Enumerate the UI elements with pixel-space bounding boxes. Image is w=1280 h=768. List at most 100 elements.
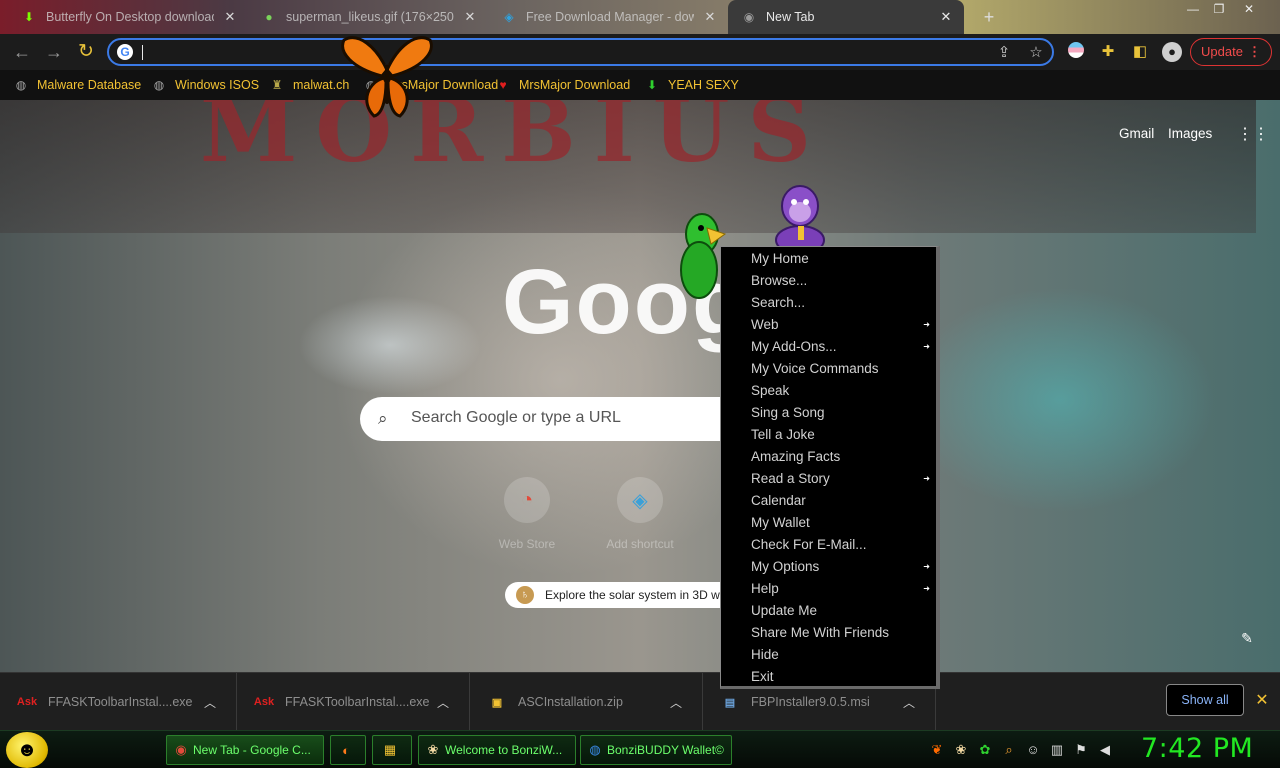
shelf-close-icon[interactable]: ✕ bbox=[1252, 691, 1272, 711]
menu-item-update-me[interactable]: Update Me bbox=[721, 600, 936, 622]
fdm-shortcut-icon: ◈ bbox=[617, 477, 663, 523]
shortcut-label: Web Store bbox=[498, 537, 556, 551]
menu-item-sing-a-song[interactable]: Sing a Song bbox=[721, 402, 936, 424]
menu-item-search[interactable]: Search... bbox=[721, 292, 936, 314]
extensions-puzzle-icon[interactable]: ✚ bbox=[1098, 42, 1118, 62]
account-avatar-icon[interactable]: ● bbox=[1162, 42, 1182, 62]
chevron-up-icon[interactable]: ︿ bbox=[666, 694, 686, 711]
images-link[interactable]: Images bbox=[1168, 126, 1212, 141]
web-store-icon: ◔ bbox=[504, 477, 550, 523]
apps-grid-icon[interactable]: ⋮⋮ bbox=[1237, 126, 1269, 144]
download-filename: ASCInstallation.zip bbox=[518, 695, 623, 709]
menu-item-label: Hide bbox=[751, 647, 779, 662]
menu-item-share-me-with-friends[interactable]: Share Me With Friends bbox=[721, 622, 936, 644]
butterfly-icon[interactable] bbox=[338, 24, 436, 122]
taskbar-bonzi-wallet[interactable]: ◍ BonziBUDDY Wallet© bbox=[580, 735, 732, 765]
chevron-up-icon[interactable]: ︿ bbox=[899, 694, 919, 711]
taskbar-folder[interactable]: ▦ bbox=[372, 735, 412, 765]
text-caret bbox=[142, 45, 143, 60]
side-panel-icon[interactable]: ◧ bbox=[1130, 42, 1150, 62]
menu-item-my-voice-commands[interactable]: My Voice Commands bbox=[721, 358, 936, 380]
reload-icon[interactable]: ↻ bbox=[74, 40, 98, 64]
menu-item-exit[interactable]: Exit bbox=[721, 666, 936, 688]
flag-tray-icon[interactable]: ⚑ bbox=[1072, 741, 1090, 759]
maximize-icon[interactable]: ❐ bbox=[1206, 0, 1232, 20]
tab-butterfly[interactable]: ⬇ Butterfly On Desktop download - ✕ bbox=[8, 0, 248, 34]
taskbar-label: New Tab - Google C... bbox=[193, 743, 311, 757]
menu-item-my-options[interactable]: My Options ➜ bbox=[721, 556, 936, 578]
taskbar-chrome[interactable]: ◉ New Tab - Google C... bbox=[166, 735, 324, 765]
gmail-link[interactable]: Gmail bbox=[1119, 126, 1154, 141]
tab-new-tab[interactable]: ◉ New Tab ✕ bbox=[728, 0, 964, 34]
butterfly-tray-icon[interactable]: ❦ bbox=[928, 741, 946, 759]
back-icon[interactable]: ← bbox=[10, 40, 34, 64]
tab-close-icon[interactable]: ✕ bbox=[702, 9, 718, 25]
search-tray-icon[interactable]: ⌕ bbox=[1000, 741, 1018, 759]
frog-tray-icon[interactable]: ✿ bbox=[976, 741, 994, 759]
bookmark-label: Windows ISOS bbox=[175, 78, 260, 92]
tab-close-icon[interactable]: ✕ bbox=[222, 9, 238, 25]
menu-dots-icon[interactable]: ⋮ bbox=[1248, 39, 1261, 65]
menu-item-web[interactable]: Web ➜ bbox=[721, 314, 936, 336]
menu-item-label: My Options bbox=[751, 559, 820, 574]
chrome-icon: ◉ bbox=[175, 742, 187, 757]
chevron-up-icon[interactable]: ︿ bbox=[433, 694, 453, 711]
menu-item-calendar[interactable]: Calendar bbox=[721, 490, 936, 512]
download-item[interactable]: ▣ ASCInstallation.zip ︿ bbox=[470, 673, 703, 731]
submenu-arrow-icon: ➜ bbox=[923, 342, 930, 351]
menu-item-hide[interactable]: Hide bbox=[721, 644, 936, 666]
bookmark-windows-isos[interactable]: ◍ Windows ISOS bbox=[152, 75, 259, 95]
new-tab-plus-icon[interactable]: + bbox=[978, 6, 1000, 28]
tab-fdm[interactable]: ◈ Free Download Manager - dow ✕ bbox=[488, 0, 728, 34]
menu-item-label: Update Me bbox=[751, 603, 818, 618]
globe-icon: ◍ bbox=[153, 78, 165, 92]
window-close-icon[interactable]: ✕ bbox=[1236, 0, 1262, 20]
download-item[interactable]: Ask FFASKToolbarInstal....exe ︿ bbox=[237, 673, 470, 731]
menu-item-label: Exit bbox=[751, 669, 774, 684]
menu-item-help[interactable]: Help ➜ bbox=[721, 578, 936, 600]
taskbar-bonzi-welcome[interactable]: ❀ Welcome to BonziW... bbox=[418, 735, 576, 765]
bookmark-yeah-sexy[interactable]: ⬇ YEAH SEXY bbox=[645, 75, 739, 95]
download-arrow-icon: ⬇ bbox=[23, 10, 35, 24]
menu-item-my-wallet[interactable]: My Wallet bbox=[721, 512, 936, 534]
menu-item-tell-a-joke[interactable]: Tell a Joke bbox=[721, 424, 936, 446]
bookmark-star-icon[interactable]: ☆ bbox=[1026, 43, 1046, 63]
menu-item-browse[interactable]: Browse... bbox=[721, 270, 936, 292]
volume-icon[interactable]: ◀ bbox=[1096, 741, 1114, 759]
tab-strip: ⬇ Butterfly On Desktop download - ✕ ● su… bbox=[0, 0, 1280, 34]
chevron-up-icon[interactable]: ︿ bbox=[200, 694, 220, 711]
menu-item-read-a-story[interactable]: Read a Story ➜ bbox=[721, 468, 936, 490]
shortcut-web-store[interactable]: ◔ Web Store bbox=[487, 477, 567, 557]
show-all-button[interactable]: Show all bbox=[1166, 684, 1244, 716]
update-button[interactable]: Update ⋮ bbox=[1190, 38, 1272, 66]
taskbar-firefox[interactable]: ◐ bbox=[330, 735, 366, 765]
menu-item-label: Tell a Joke bbox=[751, 427, 815, 442]
menu-item-speak[interactable]: Speak bbox=[721, 380, 936, 402]
tab-close-icon[interactable]: ✕ bbox=[938, 9, 954, 25]
smiley-tray-icon[interactable]: ☺ bbox=[1024, 741, 1042, 759]
browser-toolbar: ← → ↻ G ⇪ ☆ ✚ ◧ ● Update ⋮ bbox=[0, 34, 1280, 70]
bonzi-tray-icon[interactable]: ❀ bbox=[952, 741, 970, 759]
shortcut-add[interactable]: ◈ Add shortcut bbox=[600, 477, 680, 557]
poster-logo-text: MORBIUS bbox=[200, 100, 830, 182]
share-icon[interactable]: ⇪ bbox=[994, 43, 1014, 63]
menu-item-my-home[interactable]: My Home bbox=[721, 248, 936, 270]
menu-item-my-add-ons[interactable]: My Add-Ons... ➜ bbox=[721, 336, 936, 358]
start-smiley-icon[interactable]: ☻ bbox=[6, 732, 48, 768]
download-filename: FFASKToolbarInstal....exe bbox=[48, 695, 193, 709]
menu-item-check-for-e-mail[interactable]: Check For E-Mail... bbox=[721, 534, 936, 556]
bookmark-label: MrsMajor Download bbox=[519, 78, 631, 92]
bookmark-mrsmajor-2[interactable]: ♥ MrsMajor Download bbox=[496, 75, 630, 95]
menu-item-amazing-facts[interactable]: Amazing Facts bbox=[721, 446, 936, 468]
address-bar[interactable]: G ⇪ ☆ bbox=[107, 38, 1054, 66]
bookmark-malware-database[interactable]: ◍ Malware Database bbox=[14, 75, 141, 95]
bookmark-label: Malware Database bbox=[37, 78, 142, 92]
tab-close-icon[interactable]: ✕ bbox=[462, 9, 478, 25]
profile-flag-icon[interactable] bbox=[1066, 42, 1086, 62]
network-tray-icon[interactable]: ▥ bbox=[1048, 741, 1066, 759]
download-item[interactable]: Ask FFASKToolbarInstal....exe ︿ bbox=[0, 673, 237, 731]
bonzi-buddy-icon[interactable] bbox=[770, 182, 830, 246]
customize-pencil-icon[interactable]: ✎ bbox=[1238, 630, 1256, 648]
forward-icon[interactable]: → bbox=[42, 40, 66, 64]
minimize-icon[interactable]: — bbox=[1180, 0, 1206, 20]
